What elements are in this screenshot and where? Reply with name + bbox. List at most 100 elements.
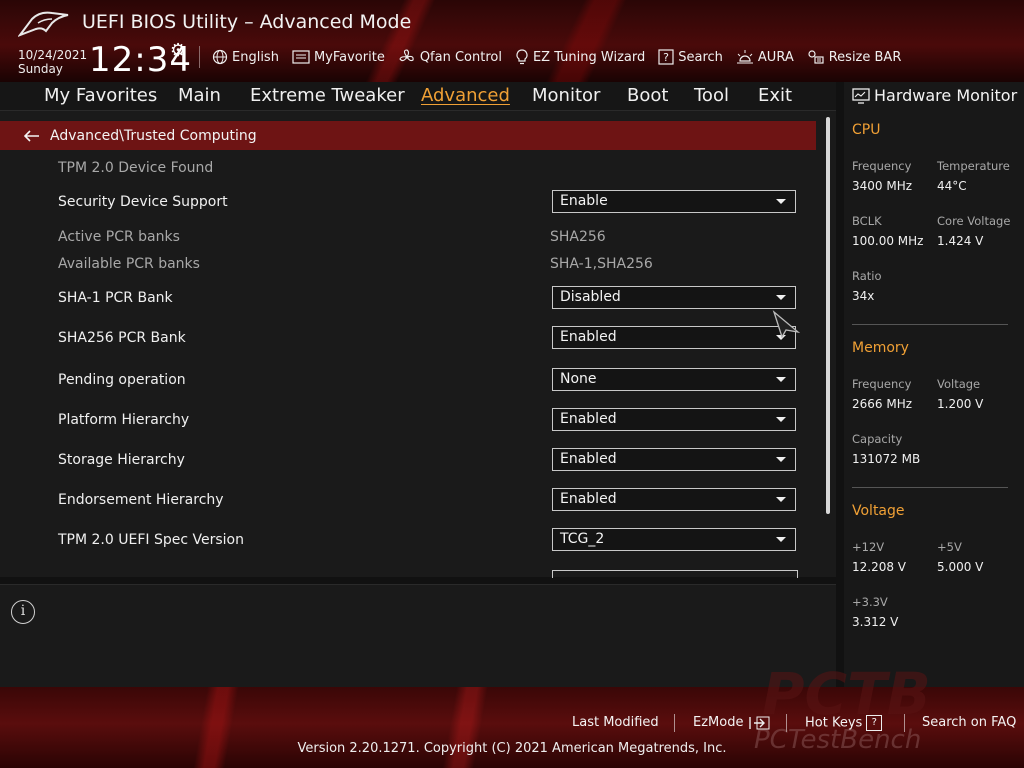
language-button[interactable]: English: [212, 47, 279, 67]
v5-value: 5.000 V: [937, 560, 984, 574]
dropdown-value: Enabled: [560, 329, 617, 345]
v33-value: 3.312 V: [852, 615, 899, 629]
ezmode-button[interactable]: EzMode: [693, 715, 770, 730]
setting-row-sha1-pcr-bank[interactable]: SHA-1 PCR Bank Disabled: [58, 283, 818, 313]
tab-tool[interactable]: Tool: [694, 85, 729, 106]
dropdown-value: None: [560, 371, 597, 387]
cpu-temperature-label: Temperature: [937, 159, 1010, 173]
tpm-status-row: TPM 2.0 Device Found: [58, 153, 818, 183]
v12-label: +12V: [852, 540, 885, 554]
globe-icon: [212, 49, 228, 65]
dropdown-value: Enabled: [560, 411, 617, 427]
info-icon: i: [11, 600, 35, 624]
ez-tuning-wizard-button[interactable]: EZ Tuning Wizard: [515, 47, 645, 67]
pctestbench-watermark-logo: PCTB PCTestBench: [754, 662, 931, 752]
header-bar: UEFI BIOS Utility – Advanced Mode 10/24/…: [0, 0, 1024, 82]
myfavorite-button[interactable]: MyFavorite: [292, 47, 385, 67]
cpu-heading: CPU: [852, 122, 881, 138]
settings-scrollbar[interactable]: [826, 117, 830, 514]
ratio-value: 34x: [852, 289, 875, 303]
tab-boot[interactable]: Boot: [627, 85, 668, 106]
platform-hierarchy-dropdown[interactable]: Enabled: [552, 408, 796, 431]
memory-voltage-label: Voltage: [937, 377, 981, 391]
storage-hierarchy-label: Storage Hierarchy: [58, 452, 185, 468]
endorsement-hierarchy-dropdown[interactable]: Enabled: [552, 488, 796, 511]
ratio-label: Ratio: [852, 269, 882, 283]
chevron-down-icon: [776, 417, 786, 422]
available-pcr-banks-value: SHA-1,SHA256: [550, 256, 653, 272]
memory-capacity-label: Capacity: [852, 432, 903, 446]
cpu-frequency-label: Frequency: [852, 159, 912, 173]
pending-operation-label: Pending operation: [58, 372, 186, 388]
exit-to-ezmode-icon: [748, 716, 770, 729]
help-search-icon: ?: [658, 49, 674, 65]
qfan-control-button[interactable]: Qfan Control: [398, 47, 502, 67]
chevron-down-icon: [776, 537, 786, 542]
endorsement-hierarchy-label: Endorsement Hierarchy: [58, 492, 224, 508]
setting-row-pending-operation[interactable]: Pending operation None: [58, 365, 818, 395]
help-info-panel: i: [0, 584, 836, 688]
day-text: Sunday: [18, 62, 63, 76]
date-text: 10/24/2021: [18, 48, 88, 62]
hardware-monitor-panel: Hardware Monitor CPU Frequency Temperatu…: [844, 82, 1024, 687]
chevron-down-icon: [776, 377, 786, 382]
tab-main[interactable]: Main: [178, 85, 221, 106]
cpu-temperature-value: 44°C: [937, 179, 967, 193]
voltage-heading: Voltage: [852, 503, 905, 519]
dropdown-value: Disabled: [560, 289, 621, 305]
toolbar-divider: [199, 46, 200, 68]
setting-row-tpm-uefi-spec-version[interactable]: TPM 2.0 UEFI Spec Version TCG_2: [58, 525, 818, 555]
search-on-faq-button[interactable]: Search on FAQ: [922, 715, 1016, 730]
tab-advanced[interactable]: Advanced: [421, 85, 510, 106]
tab-monitor[interactable]: Monitor: [532, 85, 600, 106]
available-pcr-banks-label: Available PCR banks: [58, 256, 200, 272]
dropdown-value: TCG_2: [560, 531, 605, 547]
chevron-down-icon: [776, 199, 786, 204]
section-divider: [852, 324, 1008, 325]
lightbulb-icon: [516, 49, 528, 65]
tpm-uefi-spec-version-label: TPM 2.0 UEFI Spec Version: [58, 532, 244, 548]
chevron-down-icon: [776, 457, 786, 462]
last-modified-button[interactable]: Last Modified: [572, 715, 659, 730]
aura-label: AURA: [757, 49, 794, 65]
language-label: English: [232, 49, 279, 65]
dropdown-value: Enabled: [560, 451, 617, 467]
aura-button[interactable]: AURA: [736, 47, 794, 67]
dropdown-value: Enabled: [560, 491, 617, 507]
hardware-monitor-title-text: Hardware Monitor: [874, 86, 1018, 105]
version-copyright: Version 2.20.1271. Copyright (C) 2021 Am…: [297, 741, 727, 756]
storage-hierarchy-dropdown[interactable]: Enabled: [552, 448, 796, 471]
hot-keys-label: Hot Keys: [805, 715, 863, 731]
qfan-control-label: Qfan Control: [419, 49, 502, 65]
tab-extreme-tweaker[interactable]: Extreme Tweaker: [250, 85, 405, 106]
pending-operation-dropdown[interactable]: None: [552, 368, 796, 391]
platform-hierarchy-label: Platform Hierarchy: [58, 412, 190, 428]
date-display: 10/24/2021 Sunday: [18, 48, 87, 76]
ez-tuning-wizard-label: EZ Tuning Wizard: [532, 49, 646, 65]
toolbar: English MyFavorite Qfan Control EZ Tunin…: [212, 47, 901, 67]
search-label: Search: [678, 49, 723, 65]
active-pcr-banks-value: SHA256: [550, 229, 606, 245]
setting-row-storage-hierarchy[interactable]: Storage Hierarchy Enabled: [58, 445, 818, 475]
resize-bar-button[interactable]: Resize BAR: [807, 47, 901, 67]
memory-capacity-value: 131072 MB: [852, 452, 921, 466]
hot-keys-button[interactable]: Hot Keys?: [805, 715, 883, 731]
chevron-down-icon: [776, 295, 786, 300]
tpm-uefi-spec-version-dropdown[interactable]: TCG_2: [552, 528, 796, 551]
search-button[interactable]: ? Search: [658, 47, 723, 67]
tab-exit[interactable]: Exit: [758, 85, 792, 106]
security-device-support-dropdown[interactable]: Enable: [552, 190, 796, 213]
setting-row-security-device-support[interactable]: Security Device Support Enable: [58, 187, 818, 217]
next-dropdown-partial[interactable]: [552, 570, 798, 578]
clock-settings-gear-icon[interactable]: ⚙: [170, 40, 186, 61]
setting-row-platform-hierarchy[interactable]: Platform Hierarchy Enabled: [58, 405, 818, 435]
setting-row-endorsement-hierarchy[interactable]: Endorsement Hierarchy Enabled: [58, 485, 818, 515]
core-voltage-value: 1.424 V: [937, 234, 984, 248]
tab-my-favorites[interactable]: My Favorites: [44, 85, 157, 106]
setting-row-sha256-pcr-bank[interactable]: SHA256 PCR Bank Enabled: [58, 323, 818, 353]
sha256-pcr-bank-dropdown[interactable]: Enabled: [552, 326, 796, 349]
back-arrow-icon[interactable]: [24, 129, 40, 142]
sha1-pcr-bank-dropdown[interactable]: Disabled: [552, 286, 796, 309]
app-title: UEFI BIOS Utility – Advanced Mode: [82, 11, 412, 33]
mouse-cursor-icon: [772, 310, 800, 338]
